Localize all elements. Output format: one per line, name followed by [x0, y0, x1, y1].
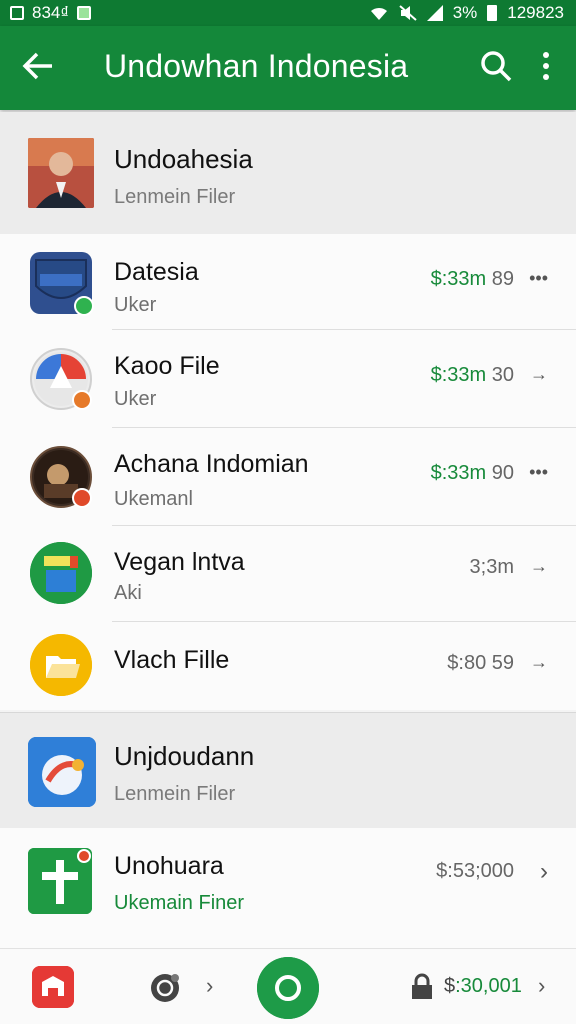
item-price: $:33m 89 [430, 268, 514, 290]
balance-price: $:30,001 [444, 975, 522, 997]
app-bar: Undowhan Indonesia [0, 26, 576, 110]
clock: 129823 [507, 3, 564, 22]
list-item[interactable]: Vegan lntva Aki 3;3m → [0, 526, 576, 622]
item-name: Vlach Fille [114, 646, 230, 674]
file-list: Datesia Uker $:33m 89 ••• Kaoo File Uker… [0, 234, 576, 710]
folder-icon [30, 634, 92, 696]
list-item[interactable]: Kaoo File Uker $:33m 30 → [0, 330, 576, 428]
item-price: 3;3m [469, 556, 514, 578]
section-title: Undoahesia [114, 144, 253, 174]
list-item[interactable]: Achana Indomian Ukemanl $:33m 90 ••• [0, 428, 576, 526]
app-logo-icon [28, 737, 96, 807]
section-title: Unjdoudann [114, 741, 255, 771]
movie-poster-icon [30, 446, 92, 508]
section-header-2[interactable]: Unjdoudann Lenmein Filer [0, 712, 576, 828]
page-title: Undowhan Indonesia [104, 48, 409, 84]
search-icon[interactable] [478, 48, 514, 84]
item-sub: Ukemanl [114, 488, 193, 510]
more-vert-icon[interactable] [528, 48, 564, 84]
item-name: Vegan lntva [114, 548, 245, 576]
item-sub: Ukemain Finer [114, 892, 245, 914]
arrow-left-icon[interactable] [18, 46, 58, 86]
item-price: $:33m 90 [430, 462, 514, 484]
lock-icon [412, 973, 432, 999]
battery-icon [487, 5, 498, 21]
chevron-right-icon[interactable]: › [540, 858, 548, 886]
list-item[interactable]: Unohuara Ukemain Finer $:53;000 › [0, 828, 576, 948]
item-name: Kaoo File [114, 352, 220, 380]
status-left-text: 834₫ [32, 3, 70, 22]
item-price: $:33m 30 [430, 364, 514, 386]
chevron-right-icon[interactable]: › [206, 973, 213, 999]
chevron-right-icon[interactable]: › [538, 973, 545, 999]
more-horiz-icon[interactable]: ••• [529, 462, 548, 483]
arrow-right-icon[interactable]: → [530, 364, 548, 385]
drive-logo-icon [30, 348, 92, 410]
arrow-right-icon[interactable]: → [530, 556, 548, 577]
status-bar: 834₫ 3% 129823 [0, 0, 576, 26]
wifi-icon [370, 7, 387, 21]
item-sub: Uker [114, 294, 157, 316]
item-price: $:53;000 [436, 860, 514, 882]
profile-photo [28, 138, 94, 208]
notification-icon [10, 6, 24, 20]
item-name: Achana Indomian [114, 450, 309, 478]
arrow-right-icon[interactable]: → [530, 652, 548, 673]
signal-icon [426, 5, 443, 21]
mute-icon [399, 5, 417, 21]
item-name: Datesia [114, 258, 199, 286]
bottom-bar: › $:30,001 › [0, 948, 576, 1024]
item-sub: Uker [114, 388, 157, 410]
list-item[interactable]: Datesia Uker $:33m 89 ••• [0, 234, 576, 330]
more-horiz-icon[interactable]: ••• [529, 268, 548, 289]
home-app-icon[interactable] [32, 966, 74, 1008]
chat-icon[interactable] [148, 971, 182, 1005]
battery-percent: 3% [452, 3, 478, 22]
file-list-2: Unohuara Ukemain Finer $:53;000 › [0, 828, 576, 948]
item-sub: Aki [114, 582, 142, 604]
app-notification-icon [77, 6, 92, 20]
section-subtitle: Lenmein Filer [114, 186, 236, 208]
item-name: Unohuara [114, 852, 224, 880]
store-logo-icon [30, 542, 92, 604]
item-price: $:80 59 [447, 652, 514, 674]
list-item[interactable]: Vlach Fille $:80 59 → [0, 622, 576, 710]
shield-logo-icon [30, 252, 94, 316]
section-header-1[interactable]: Undoahesia Lenmein Filer [0, 112, 576, 234]
map-app-icon [28, 848, 92, 914]
action-fab[interactable] [257, 957, 319, 1019]
section-subtitle: Lenmein Filer [114, 783, 236, 805]
